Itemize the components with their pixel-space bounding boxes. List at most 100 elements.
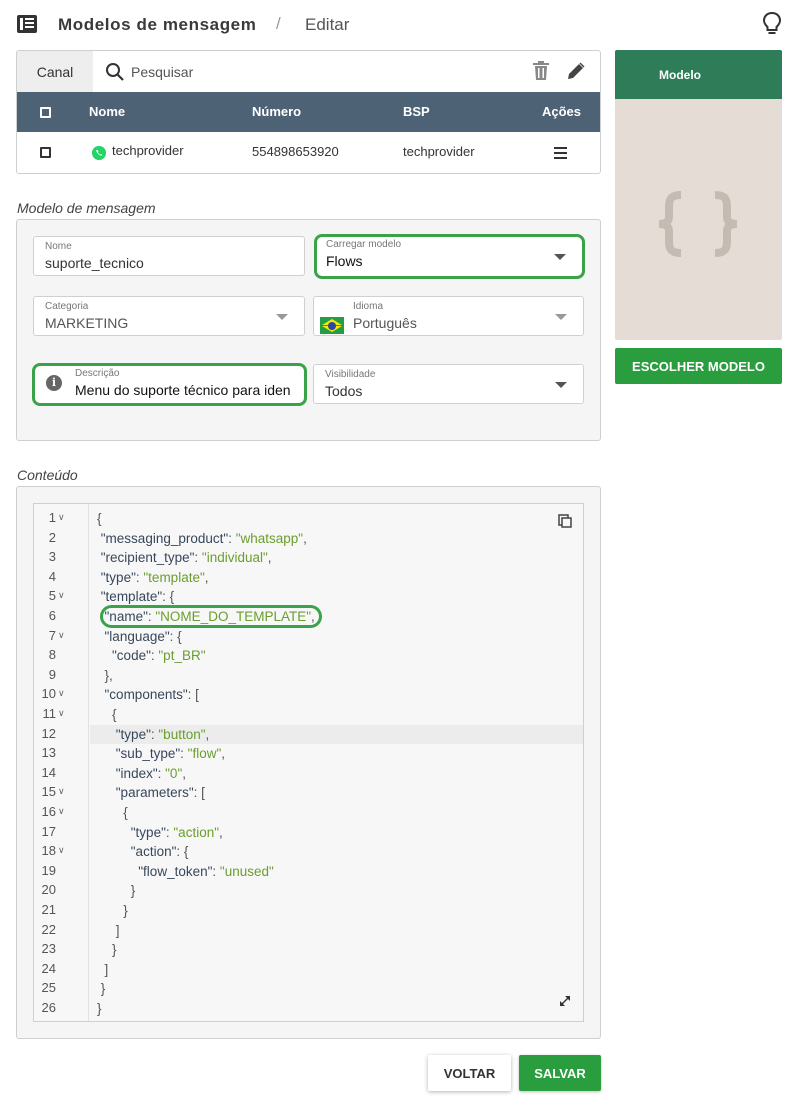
tab-canal[interactable]: Canal	[17, 51, 93, 92]
line-number-text: 23	[41, 941, 56, 957]
json-key: "messaging_product"	[100, 530, 229, 546]
code-line[interactable]: }	[90, 901, 583, 921]
line-number: 4	[34, 568, 89, 588]
nome-label: Nome	[45, 241, 72, 252]
line-number: 20	[34, 881, 89, 901]
code-line[interactable]: }	[90, 979, 583, 999]
code-line[interactable]: {	[90, 705, 583, 725]
row-menu-icon[interactable]	[554, 147, 567, 162]
code-line[interactable]: "messaging_product": "whatsapp",	[90, 529, 583, 549]
voltar-button[interactable]: VOLTAR	[428, 1055, 511, 1091]
json-punctuation: {	[97, 511, 102, 526]
json-string: "action"	[173, 824, 219, 840]
code-line[interactable]: "code": "pt_BR"	[90, 646, 583, 666]
line-number: 19	[34, 862, 89, 882]
column-header-nome[interactable]: Nome	[89, 92, 125, 132]
code-line[interactable]: }	[90, 940, 583, 960]
copy-icon[interactable]	[558, 514, 572, 528]
json-punctuation: :	[194, 550, 202, 566]
fold-chevron-icon[interactable]: ∨	[58, 708, 65, 719]
json-punctuation: ,	[219, 824, 223, 840]
code-line[interactable]: "type": "template",	[90, 568, 583, 588]
code-line[interactable]: {	[90, 509, 583, 529]
json-code-editor[interactable]: 1 ∨ 2 3 4 5 ∨ 6 7 ∨ 8 9 10 ∨ 11 ∨ 12 13 14 15 ∨ 16 ∨ 17 18 ∨ 19 20 2…	[33, 503, 584, 1022]
search-input[interactable]	[129, 60, 509, 84]
code-line[interactable]: "parameters": [	[90, 783, 583, 803]
pencil-icon[interactable]	[566, 61, 586, 81]
code-line[interactable]: {	[90, 803, 583, 823]
page-title: Modelos de mensagem	[58, 15, 257, 34]
line-number-text: 19	[41, 862, 56, 878]
categoria-select[interactable]: Categoria MARKETING	[33, 296, 305, 336]
lightbulb-icon[interactable]	[762, 11, 782, 37]
code-line[interactable]: "components": [	[90, 685, 583, 705]
code-line[interactable]: }	[90, 999, 583, 1019]
json-string: "flow"	[187, 746, 222, 762]
brazil-flag-icon	[320, 317, 344, 334]
code-line[interactable]: "action": {	[90, 842, 583, 862]
idioma-select[interactable]: Idioma Português	[313, 296, 584, 336]
json-key: "flow_token"	[138, 863, 213, 879]
code-line[interactable]: },	[90, 666, 583, 686]
line-number-text: 9	[48, 666, 56, 682]
visibilidade-select[interactable]: Visibilidade Todos	[313, 364, 584, 404]
code-line[interactable]: "type": "button",	[90, 724, 583, 745]
code-line[interactable]: "recipient_type": "individual",	[90, 548, 583, 568]
column-header-numero[interactable]: Número	[252, 92, 301, 132]
channel-table-card: Canal Nome Número BSP Ações techprovider…	[16, 50, 601, 174]
line-number: 13	[34, 744, 89, 764]
code-line[interactable]: "sub_type": "flow",	[90, 744, 583, 764]
line-number: 10 ∨	[34, 685, 89, 705]
fold-chevron-icon[interactable]: ∨	[58, 845, 65, 856]
line-number-text: 21	[41, 902, 56, 917]
line-number-text: 11	[42, 706, 57, 721]
descricao-label: Descrição	[75, 368, 120, 379]
column-header-bsp[interactable]: BSP	[403, 92, 430, 132]
code-line[interactable]: "language": {	[90, 627, 583, 647]
preview-header: Modelo	[615, 50, 782, 99]
json-string: "0"	[165, 765, 183, 781]
row-numero: 554898653920	[252, 144, 339, 159]
carregar-modelo-select[interactable]: Carregar modelo Flows	[314, 234, 585, 279]
descricao-field[interactable]: i Descrição Menu do suporte técnico para…	[32, 363, 307, 406]
code-line[interactable]: ]	[90, 921, 583, 941]
escolher-modelo-button[interactable]: ESCOLHER MODELO	[615, 348, 782, 384]
code-line[interactable]: ]	[90, 960, 583, 980]
salvar-button[interactable]: SALVAR	[519, 1055, 601, 1091]
json-key: "template"	[100, 589, 163, 605]
select-all-checkbox[interactable]	[40, 107, 51, 118]
idioma-value: Português	[353, 315, 417, 331]
visibilidade-label: Visibilidade	[325, 369, 376, 380]
json-punctuation: ]	[115, 922, 120, 938]
fold-chevron-icon[interactable]: ∨	[58, 590, 65, 601]
fold-chevron-icon[interactable]: ∨	[58, 512, 65, 523]
trash-icon[interactable]	[532, 61, 550, 81]
line-number: 17	[34, 823, 89, 843]
visibilidade-value: Todos	[325, 383, 363, 399]
row-checkbox[interactable]	[40, 147, 51, 158]
code-line[interactable]: "type": "action",	[90, 823, 583, 843]
expand-icon[interactable]	[559, 995, 571, 1007]
fold-chevron-icon[interactable]: ∨	[58, 630, 65, 641]
line-number: 16 ∨	[34, 803, 89, 823]
code-line[interactable]: }	[90, 881, 583, 901]
preview-header-label: Modelo	[659, 68, 701, 82]
table-row[interactable]: techprovider 554898653920 techprovider	[17, 132, 600, 173]
json-key: "type"	[115, 726, 151, 742]
fold-chevron-icon[interactable]: ∨	[58, 688, 65, 699]
line-number: 6	[34, 607, 89, 627]
nome-field[interactable]: Nome suporte_tecnico	[33, 236, 305, 276]
code-line[interactable]: "index": "0",	[90, 764, 583, 784]
json-punctuation: :	[228, 530, 236, 546]
fold-chevron-icon[interactable]: ∨	[58, 806, 65, 817]
line-number-text: 6	[48, 608, 56, 623]
highlight-name-line	[100, 605, 322, 628]
code-line[interactable]: "flow_token": "unused"	[90, 862, 583, 882]
fold-chevron-icon[interactable]: ∨	[58, 786, 65, 797]
line-number: 1 ∨	[34, 509, 89, 529]
line-number-text: 1	[48, 510, 56, 525]
